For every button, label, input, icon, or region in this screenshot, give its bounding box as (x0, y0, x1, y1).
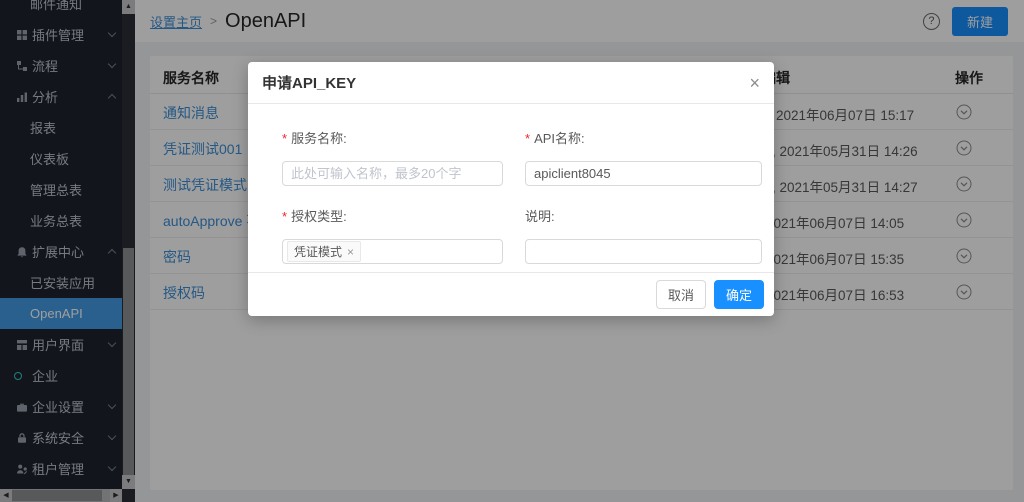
cancel-button[interactable]: 取消 (656, 280, 706, 309)
required-asterisk: * (525, 131, 530, 146)
required-asterisk: * (282, 131, 287, 146)
modal-title: 申请API_KEY (262, 72, 749, 93)
openapi-settings-screen: 邮件通知 插件管理 流程 分析 报表 仪表板 管理总表 业务总表 (0, 0, 1024, 502)
close-icon[interactable]: × (749, 74, 760, 92)
ok-button[interactable]: 确定 (714, 280, 764, 309)
auth-type-field: *授权类型: 凭证模式 × (282, 194, 503, 264)
required-asterisk: * (282, 209, 287, 224)
description-input[interactable] (525, 239, 762, 264)
api-name-label: *API名称: (525, 128, 762, 147)
description-field: 说明: (525, 194, 762, 264)
api-name-field: *API名称: (525, 116, 762, 186)
modal-footer: 取消 确定 (248, 272, 774, 316)
modal-body: *服务名称: *API名称: *授权类型: 凭证模式 × (248, 104, 774, 272)
service-name-label: *服务名称: (282, 128, 503, 147)
service-name-input[interactable] (282, 161, 503, 186)
auth-type-select[interactable]: 凭证模式 × (282, 239, 503, 264)
auth-type-tag: 凭证模式 × (287, 241, 361, 262)
description-label: 说明: (525, 206, 762, 225)
api-name-input[interactable] (525, 161, 762, 186)
modal-header: 申请API_KEY × (248, 62, 774, 104)
service-name-field: *服务名称: (282, 116, 503, 186)
tag-remove-icon[interactable]: × (347, 245, 354, 259)
auth-type-label: *授权类型: (282, 206, 503, 225)
apply-api-key-modal: 申请API_KEY × *服务名称: *API名称: *授权类型: (248, 62, 774, 316)
